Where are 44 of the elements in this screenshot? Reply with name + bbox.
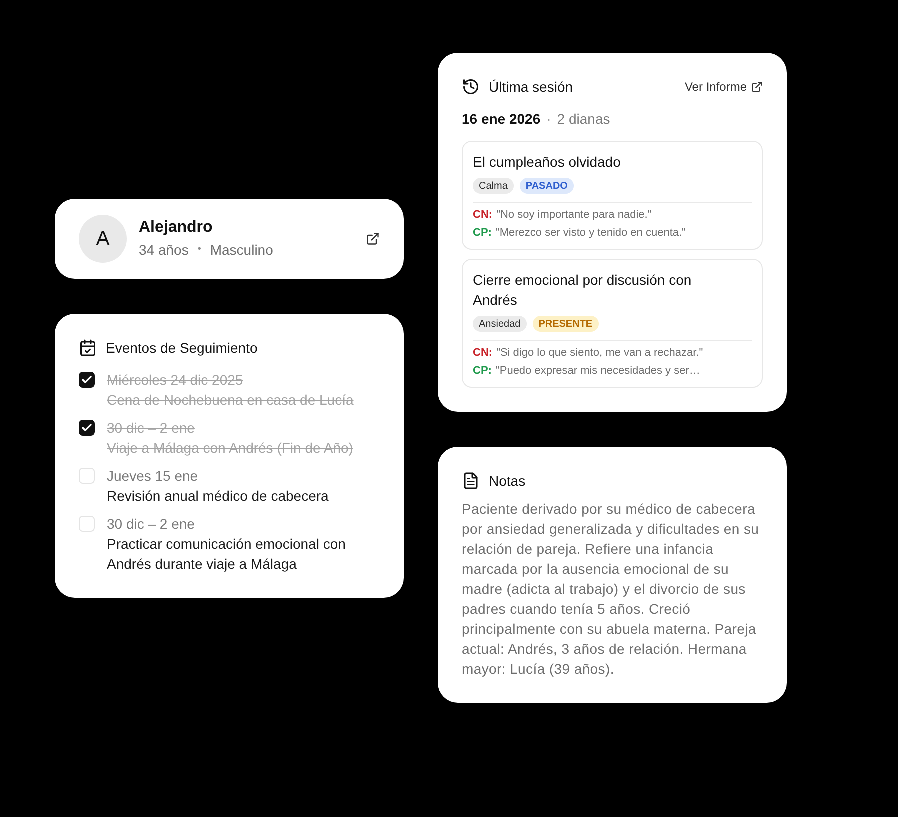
patient-age: 34 años bbox=[139, 241, 189, 260]
event-date: Miércoles 24 dic 2025 bbox=[107, 371, 244, 390]
tense-tag: PRESENTE bbox=[532, 316, 599, 332]
document-icon bbox=[462, 472, 480, 490]
avatar: A bbox=[79, 215, 127, 263]
thought-text: "Si digo lo que siento, me van a rechazar." bbox=[496, 347, 704, 359]
tense-tag: PASADO bbox=[520, 178, 574, 194]
external-link-icon bbox=[751, 81, 763, 93]
patient-name: Alejandro bbox=[139, 218, 214, 238]
emotion-tag: Calma bbox=[473, 178, 514, 194]
card-title: Eventos de Seguimiento bbox=[106, 339, 258, 358]
event-date: Jueves 15 ene bbox=[107, 467, 200, 486]
notes-paragraph: Paciente derivado por su médico de cabecera por ansiedad generalizada y dificultades en su relación de pareja. Refiere una infancia marcada por la ausencia emocional de su madre (adicta al trabajo) y el divorcio de sus padres cuando tenía 5 años. Creció principalmente con su abuela materna. Pareja actual: Andrés, 3 años de relación. Hermana mayor: Lucía (39 años). bbox=[462, 500, 760, 679]
session-date: 16 ene 2026 bbox=[462, 110, 541, 129]
checkbox[interactable] bbox=[79, 420, 95, 436]
thought-label: CP: bbox=[473, 227, 492, 239]
targets-count: 2 dianas bbox=[557, 110, 610, 129]
thought-label: CN: bbox=[473, 209, 493, 221]
thought-label: CN: bbox=[473, 347, 493, 359]
thought-text: "No soy importante para nadie." bbox=[496, 209, 652, 221]
separator-dot: · bbox=[546, 110, 552, 129]
external-link-icon[interactable] bbox=[366, 232, 380, 246]
event-title: Revisión anual médico de cabecera bbox=[107, 487, 329, 506]
thought-text: "Puedo expresar mis necesidades y ser… bbox=[496, 365, 700, 377]
calendar-check-icon bbox=[79, 339, 97, 357]
tick-icon bbox=[81, 374, 93, 386]
tick-icon bbox=[81, 422, 93, 434]
event-date: 30 dic – 2 ene bbox=[107, 515, 196, 534]
checkbox[interactable] bbox=[79, 372, 95, 388]
target-title: El cumpleaños olvidado bbox=[473, 153, 622, 172]
thought-text: "Merezco ser visto y tenido en cuenta." bbox=[496, 227, 686, 239]
card-title: Notas bbox=[489, 472, 526, 491]
history-icon bbox=[462, 78, 480, 96]
patient-gender: Masculino bbox=[210, 241, 274, 260]
separator-dot: • bbox=[198, 243, 202, 257]
emotion-tag: Ansiedad bbox=[473, 316, 527, 332]
event-title: Viaje a Málaga con Andrés (Fin de Año) bbox=[107, 439, 354, 458]
report-link[interactable]: Ver Informe bbox=[684, 79, 763, 95]
thought-label: CP: bbox=[473, 365, 492, 377]
event-title: Practicar comunicación emocional con Andrés durante viaje a Málaga bbox=[107, 535, 347, 574]
card-title: Última sesión bbox=[489, 78, 574, 97]
target-title: Cierre emocional por discusión con Andrés bbox=[473, 271, 693, 310]
event-title: Cena de Nochebuena en casa de Lucía bbox=[107, 391, 354, 410]
event-date: 30 dic – 2 ene bbox=[107, 419, 196, 438]
